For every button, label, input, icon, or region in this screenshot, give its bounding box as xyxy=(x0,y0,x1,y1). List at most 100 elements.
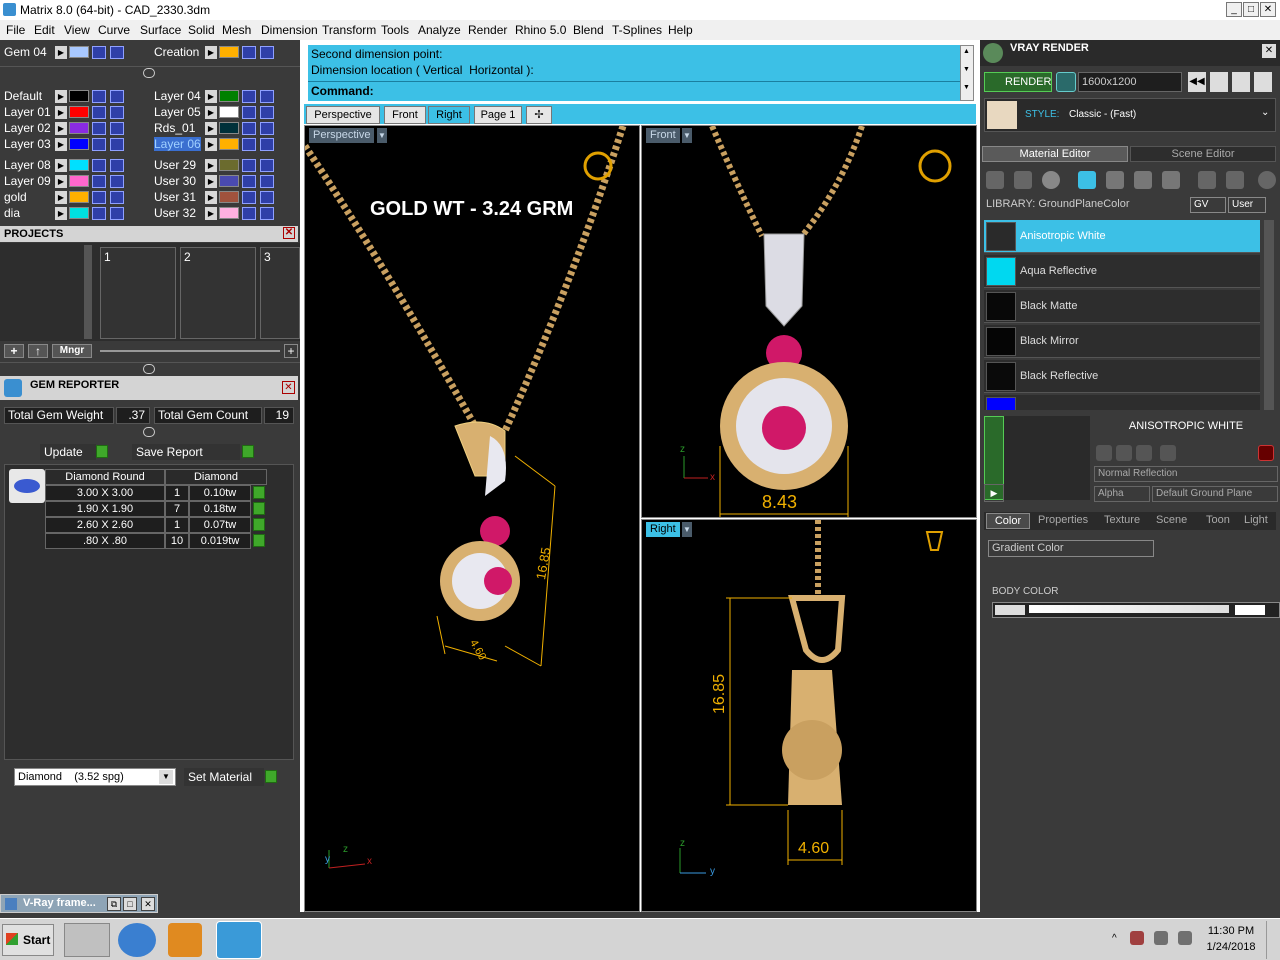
close-icon[interactable]: ✕ xyxy=(1262,44,1276,58)
render-preview-icon[interactable] xyxy=(1056,72,1076,92)
layer-color-swatch[interactable] xyxy=(69,106,89,118)
layer-color-swatch[interactable] xyxy=(219,159,239,171)
visibility-icon[interactable] xyxy=(110,207,124,220)
layer-row[interactable]: Layer 06 xyxy=(154,137,201,152)
lock-icon[interactable] xyxy=(92,138,106,151)
menu-curve[interactable]: Curve xyxy=(98,23,130,37)
lock-icon[interactable] xyxy=(92,175,106,188)
menu-blend[interactable]: Blend xyxy=(573,23,604,37)
rewind-icon[interactable]: ◀◀ xyxy=(1188,72,1206,92)
layer-row[interactable]: Default xyxy=(4,89,42,104)
gradient-select[interactable]: Gradient Color xyxy=(988,540,1154,557)
network-icon[interactable] xyxy=(1130,931,1144,945)
layer-row[interactable]: Rds_01 xyxy=(154,121,195,136)
tab-right[interactable]: Right xyxy=(428,106,470,124)
right-viewport[interactable]: Right ▼ 16.85 4.60 z y xyxy=(641,519,977,912)
command-input[interactable]: Command: xyxy=(308,81,960,100)
material-item[interactable]: Aqua Reflective xyxy=(984,255,1260,288)
import-icon[interactable] xyxy=(1160,445,1176,461)
layer-arrow[interactable]: ▶ xyxy=(55,159,67,172)
gv-toggle[interactable]: GV xyxy=(1190,197,1226,213)
subtab-toon[interactable]: Toon xyxy=(1206,514,1230,526)
set-material-go-icon[interactable] xyxy=(265,770,277,783)
menu-solid[interactable]: Solid xyxy=(188,23,215,37)
update-button[interactable]: Update xyxy=(40,444,96,460)
menu-edit[interactable]: Edit xyxy=(34,23,55,37)
menu-tools[interactable]: Tools xyxy=(381,23,409,37)
layer-color-swatch[interactable] xyxy=(69,46,89,58)
export-icon[interactable] xyxy=(1116,445,1132,461)
menu-surface[interactable]: Surface xyxy=(140,23,181,37)
layer-color-swatch[interactable] xyxy=(219,106,239,118)
visibility-icon[interactable] xyxy=(110,90,124,103)
menu-tsplines[interactable]: T-Splines xyxy=(612,23,662,37)
gem-row-go-icon[interactable] xyxy=(253,518,265,531)
media-player-icon[interactable] xyxy=(168,923,202,957)
chevron-up-icon[interactable]: ^ xyxy=(1112,933,1117,944)
pattern-icon[interactable] xyxy=(1162,171,1180,189)
material-item[interactable]: Black Reflective xyxy=(984,360,1260,393)
close-button[interactable]: ✕ xyxy=(1260,2,1276,17)
subtab-properties[interactable]: Properties xyxy=(1038,514,1088,526)
menu-transform[interactable]: Transform xyxy=(322,23,376,37)
layer-row[interactable]: Layer 05 xyxy=(154,105,201,120)
layer-row[interactable]: User 30 xyxy=(154,174,196,189)
plus-icon[interactable]: + xyxy=(284,344,298,358)
visibility-icon[interactable] xyxy=(110,138,124,151)
upload-icon[interactable]: ↑ xyxy=(28,344,48,358)
file-explorer-icon[interactable] xyxy=(64,923,110,957)
lock-icon[interactable] xyxy=(92,207,106,220)
layer-color-swatch[interactable] xyxy=(69,159,89,171)
flat-icon[interactable] xyxy=(1078,171,1096,189)
visibility-icon[interactable] xyxy=(260,46,274,59)
user-toggle[interactable]: User xyxy=(1228,197,1266,213)
menu-file[interactable]: File xyxy=(6,23,25,37)
layer-row[interactable]: Gem 04 xyxy=(4,45,47,60)
material-item[interactable]: Black Matte xyxy=(984,290,1260,323)
layer-color-swatch[interactable] xyxy=(219,175,239,187)
save-report-button[interactable]: Save Report xyxy=(132,444,240,460)
lock-icon[interactable] xyxy=(242,191,256,204)
lock-icon[interactable] xyxy=(92,159,106,172)
lock-icon[interactable] xyxy=(92,46,106,59)
checker-icon[interactable] xyxy=(1106,171,1124,189)
layer-color-swatch[interactable] xyxy=(219,122,239,134)
tab-material-editor[interactable]: Material Editor xyxy=(982,146,1128,162)
layer-row[interactable]: Creation xyxy=(154,45,199,60)
bucket-icon[interactable] xyxy=(1198,171,1216,189)
layer-color-swatch[interactable] xyxy=(219,90,239,102)
layer-arrow[interactable]: ▶ xyxy=(55,106,67,119)
ground-plane-toggle[interactable]: Default Ground Plane xyxy=(1152,486,1278,502)
splitter[interactable] xyxy=(0,362,300,374)
sphere-icon[interactable] xyxy=(1042,171,1060,189)
layer-row[interactable]: User 32 xyxy=(154,206,196,221)
layer-color-swatch[interactable] xyxy=(219,46,239,58)
layer-arrow[interactable]: ▶ xyxy=(205,159,217,172)
layer-row[interactable]: Layer 08 xyxy=(4,158,51,173)
subtab-scene[interactable]: Scene xyxy=(1156,514,1187,526)
gem-row-go-icon[interactable] xyxy=(253,486,265,499)
layer-arrow[interactable]: ▶ xyxy=(55,191,67,204)
lock-icon[interactable] xyxy=(92,122,106,135)
lock-icon[interactable] xyxy=(92,106,106,119)
grid-icon[interactable] xyxy=(1210,72,1228,92)
tab-page-1[interactable]: Page 1 xyxy=(474,106,522,124)
splitter[interactable] xyxy=(0,66,300,78)
grid-icon[interactable] xyxy=(1134,171,1152,189)
subtab-color[interactable]: Color xyxy=(986,513,1030,529)
layer-row[interactable]: Layer 01 xyxy=(4,105,51,120)
import-icon[interactable] xyxy=(1136,445,1152,461)
matrix-app-icon[interactable] xyxy=(216,921,262,959)
lock-icon[interactable] xyxy=(242,175,256,188)
menu-help[interactable]: Help xyxy=(668,23,693,37)
show-desktop-button[interactable] xyxy=(1266,921,1278,959)
drop-icon[interactable] xyxy=(986,171,1004,189)
lock-icon[interactable] xyxy=(242,46,256,59)
close-icon[interactable]: ✕ xyxy=(141,897,155,911)
layer-arrow[interactable]: ▶ xyxy=(55,138,67,151)
menu-view[interactable]: View xyxy=(64,23,90,37)
tab-perspective[interactable]: Perspective xyxy=(306,106,380,124)
visibility-icon[interactable] xyxy=(110,46,124,59)
minimize-button[interactable]: _ xyxy=(1226,2,1242,17)
project-slot[interactable]: 2 xyxy=(180,247,256,339)
